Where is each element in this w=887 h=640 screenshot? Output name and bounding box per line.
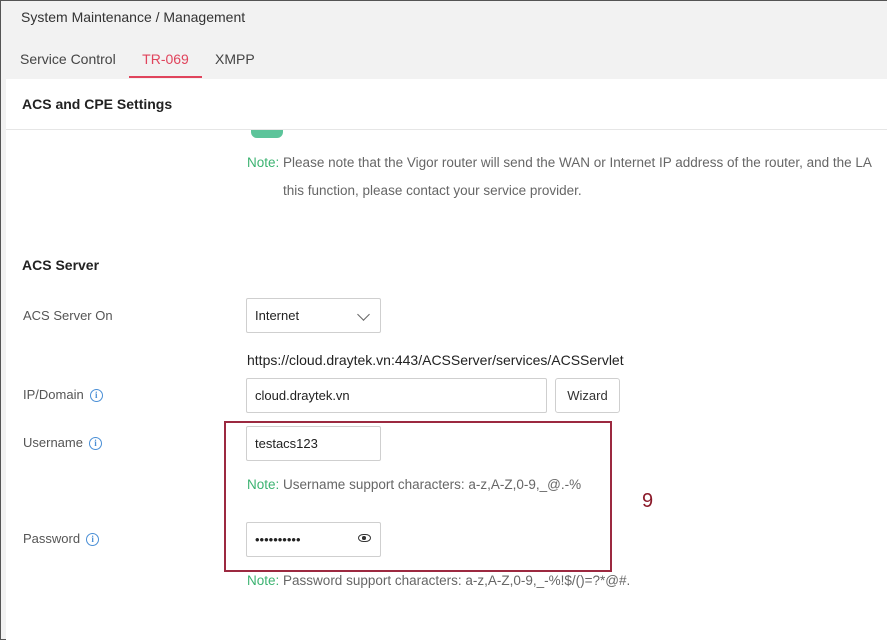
info-icon[interactable]: i bbox=[89, 389, 103, 403]
note-label: Note: bbox=[247, 155, 280, 170]
acs-url: https://cloud.draytek.vn:443/ACSServer/s… bbox=[247, 352, 624, 368]
wan-ip-note-line2: this function, please contact your servi… bbox=[283, 183, 582, 198]
password-label-row: Password i bbox=[23, 531, 100, 547]
password-note: Note: Password support characters: a-z,A… bbox=[247, 573, 630, 588]
username-label-row: Username i bbox=[23, 435, 102, 451]
note-label: Note: bbox=[247, 573, 280, 588]
acs-server-on-label: ACS Server On bbox=[23, 308, 113, 323]
acs-server-title: ACS Server bbox=[22, 257, 100, 273]
note-text: Password support characters: a-z,A-Z,0-9… bbox=[283, 573, 631, 588]
tab-tr069[interactable]: TR-069 bbox=[129, 41, 202, 78]
chevron-down-icon bbox=[357, 308, 370, 321]
annotation-highlight-box bbox=[224, 421, 612, 572]
acs-cpe-settings-title: ACS and CPE Settings bbox=[22, 96, 173, 112]
breadcrumb: System Maintenance / Management bbox=[21, 9, 246, 25]
panel-header: ACS and CPE Settings bbox=[6, 79, 887, 130]
wan-ip-note: Note: Please note that the Vigor router … bbox=[247, 155, 872, 170]
note-text: Please note that the Vigor router will s… bbox=[283, 155, 872, 170]
tab-xmpp[interactable]: XMPP bbox=[215, 41, 255, 78]
acs-server-on-select[interactable]: Internet bbox=[246, 298, 381, 333]
ip-domain-label-row: IP/Domain i bbox=[23, 387, 103, 403]
toggle-switch[interactable] bbox=[251, 130, 283, 138]
ip-domain-label: IP/Domain bbox=[23, 387, 84, 402]
ip-domain-input[interactable]: cloud.draytek.vn bbox=[246, 378, 547, 413]
tab-service-control[interactable]: Service Control bbox=[20, 41, 116, 78]
window-frame: System Maintenance / Management Service … bbox=[0, 0, 887, 640]
username-label: Username bbox=[23, 435, 83, 450]
info-icon[interactable]: i bbox=[86, 533, 100, 547]
password-label: Password bbox=[23, 531, 81, 546]
tab-bar: Service Control TR-069 XMPP bbox=[1, 41, 887, 78]
info-icon[interactable]: i bbox=[88, 437, 102, 451]
wizard-button[interactable]: Wizard bbox=[555, 378, 620, 413]
acs-server-on-value: Internet bbox=[255, 308, 300, 323]
annotation-number: 9 bbox=[642, 490, 654, 512]
